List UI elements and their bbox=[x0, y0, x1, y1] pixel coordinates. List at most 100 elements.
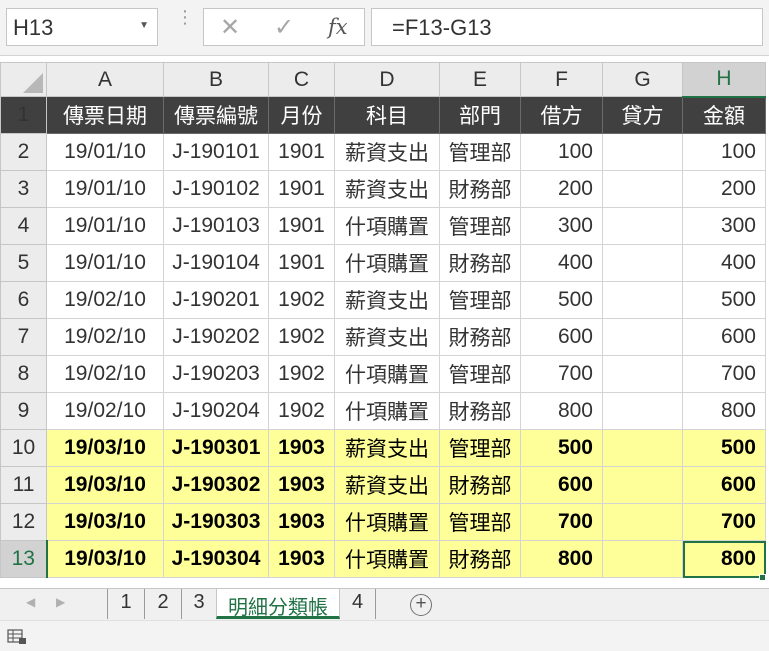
grid-cell[interactable]: 什項購置 bbox=[334, 207, 440, 245]
column-header-b[interactable]: B bbox=[163, 62, 269, 97]
grid-cell[interactable]: 600 bbox=[682, 466, 766, 504]
grid-cell[interactable]: J-190204 bbox=[163, 392, 269, 430]
grid-cell[interactable]: 財務部 bbox=[439, 392, 521, 430]
grid-cell[interactable]: 管理部 bbox=[439, 355, 521, 393]
row-header[interactable]: 12 bbox=[0, 503, 47, 541]
grid-cell[interactable]: 19/02/10 bbox=[46, 392, 164, 430]
row-header[interactable]: 5 bbox=[0, 244, 47, 282]
row-header[interactable]: 1 bbox=[0, 96, 47, 134]
grid-cell[interactable]: 薪資支出 bbox=[334, 429, 440, 467]
grid-cell[interactable] bbox=[602, 503, 683, 541]
grid-cell[interactable]: 薪資支出 bbox=[334, 318, 440, 356]
header-cell[interactable]: 金額 bbox=[682, 96, 766, 134]
sheet-view-icon[interactable] bbox=[7, 629, 27, 645]
grid-cell[interactable]: 100 bbox=[520, 133, 603, 171]
grid-cell[interactable]: 財務部 bbox=[439, 170, 521, 208]
grid-cell[interactable]: 1903 bbox=[268, 540, 335, 578]
grid-cell[interactable]: 什項購置 bbox=[334, 392, 440, 430]
grid-cell[interactable]: 管理部 bbox=[439, 503, 521, 541]
sheet-tab-3[interactable]: 3 bbox=[181, 589, 216, 619]
row-header[interactable]: 6 bbox=[0, 281, 47, 319]
column-header-f[interactable]: F bbox=[520, 62, 603, 97]
column-header-g[interactable]: G bbox=[602, 62, 683, 97]
grid-cell[interactable]: 19/02/10 bbox=[46, 281, 164, 319]
grid-cell[interactable] bbox=[602, 207, 683, 245]
grid-cell[interactable]: 19/01/10 bbox=[46, 170, 164, 208]
grid-cell[interactable]: 1902 bbox=[268, 281, 335, 319]
grid-cell[interactable] bbox=[602, 429, 683, 467]
grid-cell[interactable]: 800 bbox=[520, 540, 603, 578]
grid-cell[interactable]: 19/01/10 bbox=[46, 133, 164, 171]
grid-cell[interactable]: 700 bbox=[520, 355, 603, 393]
formula-bar-resize-icon[interactable]: ⋮ bbox=[176, 8, 194, 26]
grid-cell[interactable]: 19/03/10 bbox=[46, 466, 164, 504]
row-header[interactable]: 9 bbox=[0, 392, 47, 430]
grid-cell[interactable]: 管理部 bbox=[439, 207, 521, 245]
grid-cell[interactable]: J-190103 bbox=[163, 207, 269, 245]
row-header[interactable]: 11 bbox=[0, 466, 47, 504]
row-header[interactable]: 7 bbox=[0, 318, 47, 356]
grid-cell[interactable] bbox=[602, 466, 683, 504]
chevron-down-icon[interactable]: ▼ bbox=[139, 20, 149, 31]
grid-cell[interactable]: 1902 bbox=[268, 355, 335, 393]
grid-cell[interactable]: 19/02/10 bbox=[46, 355, 164, 393]
grid-cell[interactable]: 什項購置 bbox=[334, 540, 440, 578]
grid-cell[interactable]: 什項購置 bbox=[334, 355, 440, 393]
grid-cell[interactable]: 700 bbox=[682, 503, 766, 541]
grid-cell[interactable]: 1902 bbox=[268, 392, 335, 430]
column-header-h[interactable]: H bbox=[682, 62, 766, 98]
grid-cell[interactable]: 19/02/10 bbox=[46, 318, 164, 356]
column-header-d[interactable]: D bbox=[334, 62, 440, 97]
grid-cell[interactable] bbox=[602, 355, 683, 393]
grid-cell[interactable]: 300 bbox=[682, 207, 766, 245]
grid-cell[interactable]: 薪資支出 bbox=[334, 281, 440, 319]
header-cell[interactable]: 傳票日期 bbox=[46, 96, 164, 134]
grid-cell[interactable]: J-190203 bbox=[163, 355, 269, 393]
grid-cell[interactable]: 400 bbox=[520, 244, 603, 282]
enter-icon[interactable]: ✓ bbox=[274, 13, 294, 42]
grid-cell[interactable]: 1903 bbox=[268, 503, 335, 541]
grid-cell[interactable]: 薪資支出 bbox=[334, 133, 440, 171]
grid-cell[interactable]: J-190303 bbox=[163, 503, 269, 541]
grid-cell[interactable]: 19/01/10 bbox=[46, 207, 164, 245]
grid-cell[interactable]: 200 bbox=[520, 170, 603, 208]
sheet-tab-1[interactable]: 1 bbox=[107, 589, 144, 619]
grid-cell[interactable]: 什項購置 bbox=[334, 244, 440, 282]
grid-cell[interactable]: 600 bbox=[682, 318, 766, 356]
grid-cell[interactable]: 500 bbox=[520, 281, 603, 319]
grid-cell[interactable]: J-190202 bbox=[163, 318, 269, 356]
header-cell[interactable]: 借方 bbox=[520, 96, 603, 134]
grid-cell[interactable] bbox=[602, 281, 683, 319]
grid-cell[interactable]: 1902 bbox=[268, 318, 335, 356]
grid-cell[interactable]: 19/01/10 bbox=[46, 244, 164, 282]
fill-handle[interactable] bbox=[759, 574, 766, 581]
grid-cell[interactable]: 薪資支出 bbox=[334, 466, 440, 504]
row-header[interactable]: 13 bbox=[0, 540, 48, 578]
grid-cell[interactable]: 1901 bbox=[268, 244, 335, 282]
header-cell[interactable]: 貸方 bbox=[602, 96, 683, 134]
grid-cell[interactable]: 財務部 bbox=[439, 318, 521, 356]
header-cell[interactable]: 部門 bbox=[439, 96, 521, 134]
grid-cell[interactable]: 100 bbox=[682, 133, 766, 171]
grid-cell[interactable]: 600 bbox=[520, 318, 603, 356]
sheet-tab-ledger[interactable]: 明細分類帳 bbox=[216, 589, 340, 619]
row-header[interactable]: 3 bbox=[0, 170, 47, 208]
grid-cell[interactable] bbox=[602, 392, 683, 430]
grid-cell[interactable] bbox=[602, 244, 683, 282]
grid-cell[interactable]: 800 bbox=[682, 392, 766, 430]
grid-cell[interactable]: 什項購置 bbox=[334, 503, 440, 541]
cancel-icon[interactable]: ✕ bbox=[220, 13, 240, 42]
grid-cell[interactable]: 500 bbox=[682, 281, 766, 319]
grid-cell[interactable]: 500 bbox=[682, 429, 766, 467]
grid-cell[interactable]: 500 bbox=[520, 429, 603, 467]
grid-cell[interactable]: 200 bbox=[682, 170, 766, 208]
grid-cell[interactable]: 400 bbox=[682, 244, 766, 282]
grid-cell[interactable] bbox=[602, 133, 683, 171]
sheet-tab-4[interactable]: 4 bbox=[340, 589, 376, 619]
header-cell[interactable]: 月份 bbox=[268, 96, 335, 134]
column-header-c[interactable]: C bbox=[268, 62, 335, 97]
grid-cell[interactable]: 財務部 bbox=[439, 244, 521, 282]
row-header[interactable]: 4 bbox=[0, 207, 47, 245]
grid-cell[interactable]: J-190304 bbox=[163, 540, 269, 578]
column-header-a[interactable]: A bbox=[46, 62, 164, 97]
